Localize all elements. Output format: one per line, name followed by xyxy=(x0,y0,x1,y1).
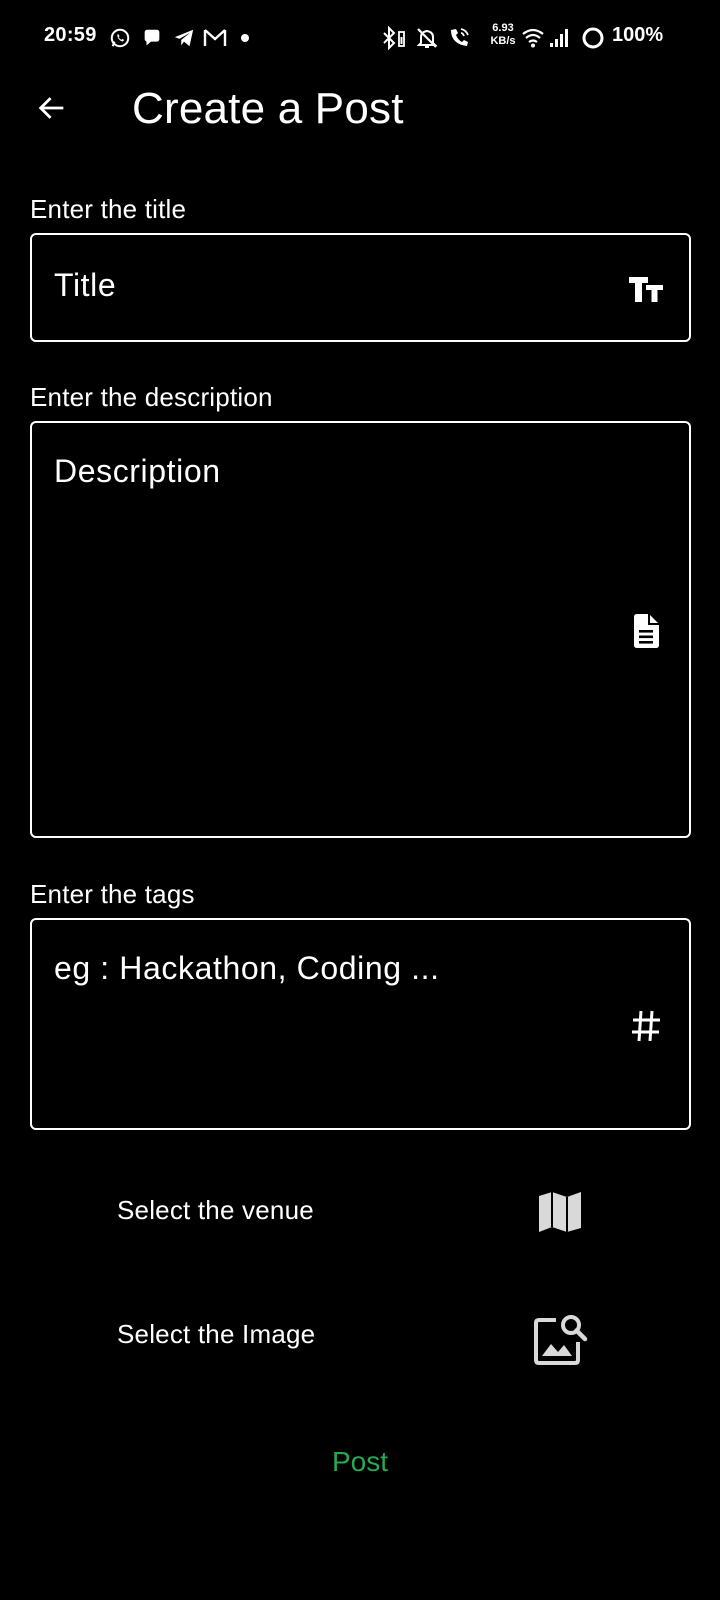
description-input[interactable] xyxy=(54,453,594,813)
create-post-screen: 20:59 6.93 KB/s 100% Create a Post Enter… xyxy=(0,0,720,1600)
map-icon[interactable] xyxy=(535,1187,585,1237)
description-field[interactable] xyxy=(30,421,691,838)
text-size-icon xyxy=(626,269,666,309)
page-title: Create a Post xyxy=(132,84,404,133)
mute-icon xyxy=(414,26,440,50)
dot-icon xyxy=(238,26,252,50)
select-venue-button[interactable]: Select the venue xyxy=(117,1195,314,1226)
tags-input[interactable] xyxy=(54,950,594,1100)
title-field[interactable] xyxy=(30,233,691,342)
network-speed: 6.93 KB/s xyxy=(488,22,518,48)
image-search-icon[interactable] xyxy=(533,1311,589,1367)
wifi-call-icon xyxy=(446,26,472,50)
gmail-icon xyxy=(202,26,228,50)
document-icon xyxy=(628,611,664,651)
description-label: Enter the description xyxy=(30,382,273,412)
chat-icon xyxy=(140,26,164,50)
wifi-icon xyxy=(520,26,546,50)
select-image-button[interactable]: Select the Image xyxy=(117,1319,315,1350)
hashtag-icon xyxy=(628,1006,664,1046)
tags-label: Enter the tags xyxy=(30,879,195,909)
whatsapp-icon xyxy=(108,26,132,50)
arrow-back-icon xyxy=(38,97,64,119)
status-time: 20:59 xyxy=(44,24,97,46)
network-speed-unit: KB/s xyxy=(490,35,516,47)
status-bar: 20:59 6.93 KB/s 100% xyxy=(0,0,720,76)
battery-percentage: 100% xyxy=(612,24,664,46)
battery-icon xyxy=(580,26,606,50)
network-speed-value: 6.93 xyxy=(492,22,514,34)
tags-field[interactable] xyxy=(30,918,691,1130)
signal-icon xyxy=(548,26,572,50)
back-button[interactable] xyxy=(30,86,74,130)
bluetooth-icon xyxy=(380,26,408,50)
title-input[interactable] xyxy=(54,265,594,305)
telegram-icon xyxy=(172,26,196,50)
post-button[interactable]: Post xyxy=(300,1440,420,1484)
title-label: Enter the title xyxy=(30,194,187,224)
